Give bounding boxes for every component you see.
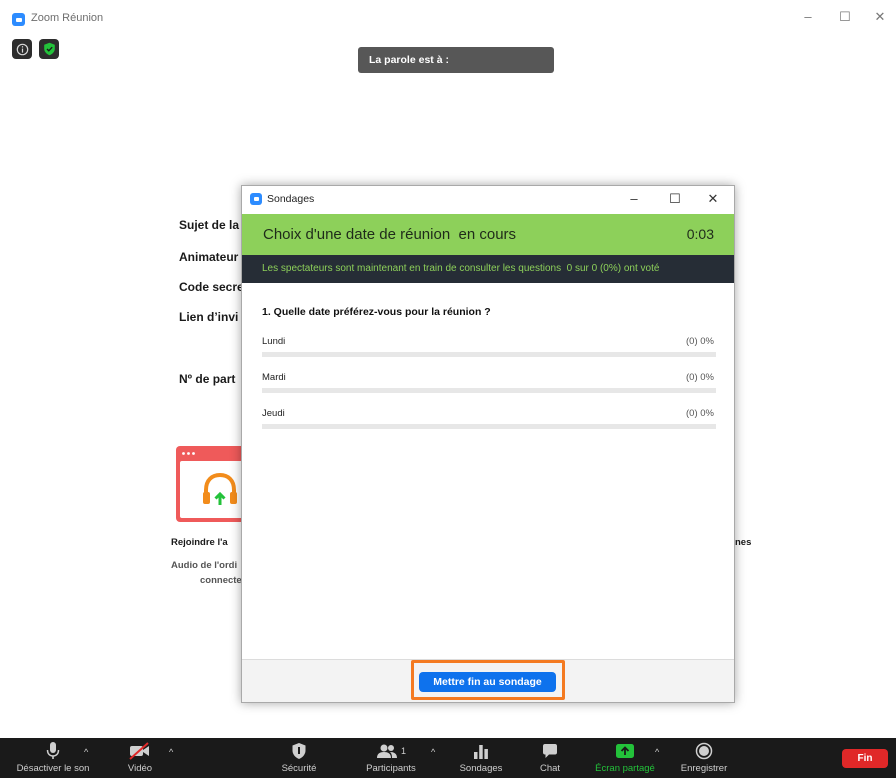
passcode-label: Code secre <box>179 280 244 294</box>
poll-option-bar <box>262 424 716 429</box>
poll-option-label: Lundi <box>262 336 286 347</box>
share-options-caret-icon[interactable]: ^ <box>655 747 659 757</box>
poll-title: Choix d'une date de réunion en cours <box>263 226 517 243</box>
poll-status-bar: Les spectateurs sont maintenant en train… <box>242 255 734 283</box>
dialog-maximize-button[interactable]: ☐ <box>664 190 686 208</box>
join-audio-desc-line2: connecte <box>200 575 242 586</box>
record-button[interactable]: Enregistrer <box>676 738 732 778</box>
polls-chart-icon <box>473 741 489 761</box>
participants-options-caret-icon[interactable]: ^ <box>431 747 435 757</box>
phone-option-fragment: nes <box>735 537 752 548</box>
chat-label: Chat <box>539 763 561 774</box>
poll-option-result: (0) 0% <box>686 372 714 383</box>
security-button[interactable]: Sécurité <box>274 738 324 778</box>
microphone-icon <box>46 741 60 761</box>
share-screen-button[interactable]: Écran partagé <box>590 738 660 778</box>
mute-button[interactable]: Désactiver le son <box>8 738 98 778</box>
meeting-toolbar: Désactiver le son ^ Vidéo ^ Sécurité 1 P… <box>0 738 896 778</box>
share-screen-icon <box>615 741 635 761</box>
chat-button[interactable]: Chat <box>532 738 568 778</box>
video-off-icon <box>128 741 152 761</box>
participants-button[interactable]: 1 Participants <box>358 738 424 778</box>
window-title: Zoom Réunion <box>31 12 104 24</box>
window-minimize-button[interactable]: – <box>797 8 819 26</box>
window-close-button[interactable]: ✕ <box>869 8 891 26</box>
record-icon <box>695 741 713 761</box>
window-dots-icon <box>182 452 195 455</box>
poll-status-text: Les spectateurs sont maintenant en train… <box>262 263 660 274</box>
poll-timer: 0:03 <box>686 226 714 242</box>
participants-icon: 1 <box>376 741 406 761</box>
zoom-logo-icon <box>12 13 25 26</box>
host-label: Animateur <box>179 250 239 264</box>
poll-option-label: Jeudi <box>262 408 285 419</box>
window-maximize-button[interactable]: ☐ <box>834 8 856 26</box>
poll-option-bar <box>262 388 716 393</box>
mute-label: Désactiver le son <box>16 763 90 774</box>
video-label: Vidéo <box>127 763 153 774</box>
polls-button[interactable]: Sondages <box>454 738 508 778</box>
poll-option-result: (0) 0% <box>686 408 714 419</box>
poll-question: 1. Quelle date préférez-vous pour la réu… <box>262 306 491 318</box>
participants-label: Participants <box>366 763 416 774</box>
invite-link-label: Lien d’invi <box>179 310 239 324</box>
poll-header: Choix d'une date de réunion en cours 0:0… <box>242 214 734 255</box>
video-options-caret-icon[interactable]: ^ <box>169 747 173 757</box>
window-title-bar: Zoom Réunion – ☐ ✕ <box>0 0 896 34</box>
end-meeting-button[interactable]: Fin <box>842 749 888 768</box>
poll-dialog-title: Sondages <box>267 193 315 205</box>
poll-dialog: Sondages – ☐ ✕ Choix d'une date de réuni… <box>241 185 735 703</box>
poll-option-bar <box>262 352 716 357</box>
polls-label: Sondages <box>459 763 503 774</box>
join-audio-title: Rejoindre l'a <box>171 537 228 548</box>
active-speaker-banner: La parole est à : <box>358 47 554 73</box>
security-label: Sécurité <box>281 763 317 774</box>
participant-id-label: Nº de part <box>179 372 236 386</box>
zoom-logo-icon <box>250 193 262 205</box>
encryption-shield-icon[interactable] <box>39 39 59 59</box>
dialog-close-button[interactable]: ✕ <box>702 190 724 208</box>
end-poll-button[interactable]: Mettre fin au sondage <box>419 672 556 692</box>
poll-option-result: (0) 0% <box>686 336 714 347</box>
poll-option-label: Mardi <box>262 372 286 383</box>
meeting-info-icon[interactable] <box>12 39 32 59</box>
poll-dialog-title-bar: Sondages – ☐ ✕ <box>242 186 734 214</box>
headset-icon <box>203 472 237 505</box>
share-screen-label: Écran partagé <box>595 763 655 774</box>
video-button[interactable]: Vidéo <box>118 738 162 778</box>
security-shield-icon <box>291 741 307 761</box>
chat-bubble-icon <box>542 741 558 761</box>
dialog-minimize-button[interactable]: – <box>623 190 645 208</box>
participants-count: 1 <box>400 746 406 756</box>
join-audio-desc-line1: Audio de l'ordi <box>171 560 238 571</box>
meeting-topic-label: Sujet de la <box>179 218 240 232</box>
audio-options-caret-icon[interactable]: ^ <box>84 747 88 757</box>
record-label: Enregistrer <box>680 763 728 774</box>
